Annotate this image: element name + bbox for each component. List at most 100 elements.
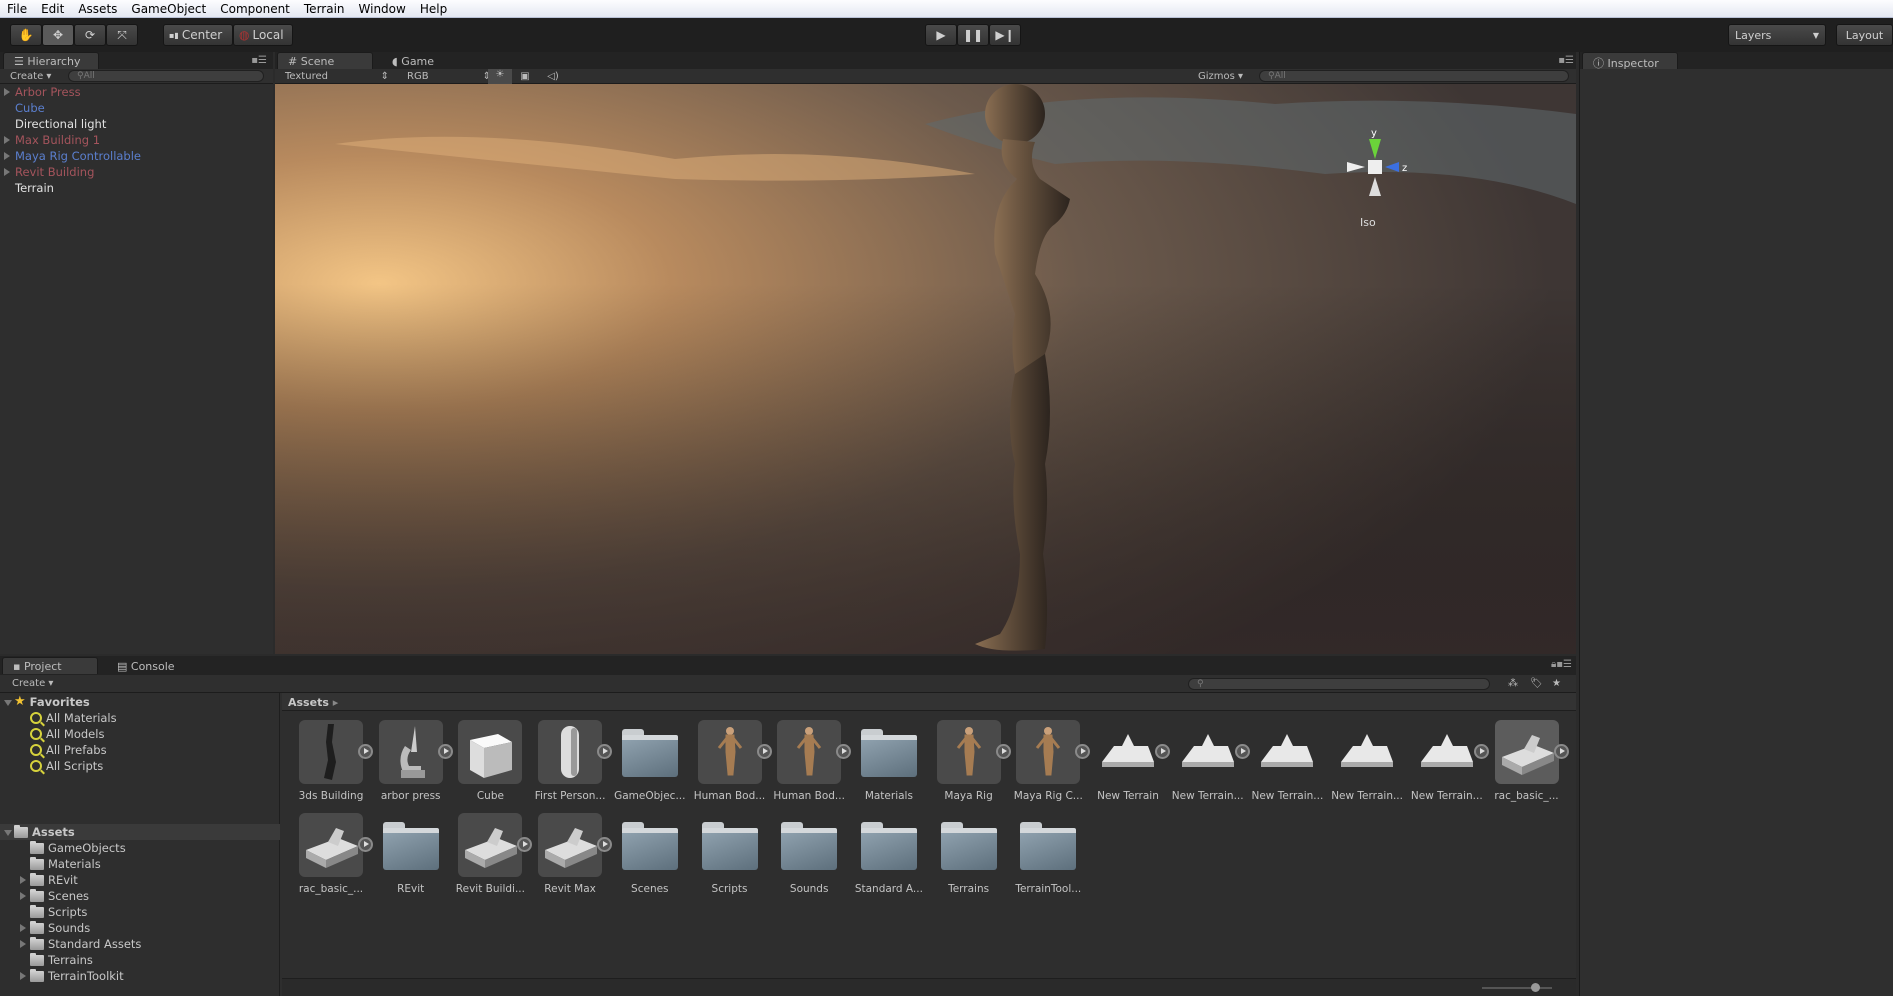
expand-arrow-icon[interactable] <box>20 972 26 980</box>
layout-dropdown[interactable]: Layout <box>1836 24 1893 46</box>
favorite-star-icon[interactable]: ★ <box>1552 678 1561 689</box>
render-mode-dropdown[interactable]: Textured ⇕ <box>277 71 397 82</box>
hierarchy-item[interactable]: Cube <box>15 100 45 116</box>
expand-asset-icon[interactable] <box>1553 744 1569 759</box>
hierarchy-item[interactable]: Terrain <box>15 180 54 196</box>
lighting-toggle[interactable]: ☀ <box>488 68 512 84</box>
expand-arrow-icon[interactable] <box>4 168 10 176</box>
folder-item[interactable]: Scenes <box>30 888 89 904</box>
zoom-slider-handle[interactable] <box>1531 983 1540 992</box>
create-dropdown[interactable]: Create ▾ <box>10 71 51 82</box>
asset-item[interactable]: New Terrain... <box>1402 720 1489 806</box>
expand-arrow-icon[interactable] <box>20 924 26 932</box>
expand-arrow-icon[interactable] <box>4 88 10 96</box>
panel-menu-icon[interactable]: ▪☰ <box>251 55 267 66</box>
asset-item[interactable]: Maya Rig C... <box>1003 720 1091 806</box>
asset-item[interactable]: Human Bod... <box>764 720 852 806</box>
layers-dropdown[interactable]: Layers ▼ <box>1728 24 1826 46</box>
search-by-label-icon[interactable]: 🏷︎ <box>1530 678 1543 689</box>
hierarchy-search-input[interactable]: ⚲All <box>68 70 264 82</box>
channel-dropdown[interactable]: RGB ⇕ <box>399 71 499 82</box>
asset-item[interactable]: 3ds Building <box>286 720 373 806</box>
asset-item[interactable]: New Terrain... <box>1163 720 1250 806</box>
hierarchy-item[interactable]: Revit Building <box>15 164 94 180</box>
expand-arrow-icon[interactable] <box>4 136 10 144</box>
move-tool-button[interactable]: ✥ <box>42 24 74 46</box>
asset-item[interactable]: REvit <box>366 813 446 899</box>
asset-item[interactable]: New Terrain... <box>1242 720 1323 806</box>
pivot-center-toggle[interactable]: ▪▮ Center <box>163 24 233 46</box>
hierarchy-item[interactable]: Maya Rig Controllable <box>15 148 141 164</box>
create-dropdown[interactable]: Create ▾ <box>12 678 53 689</box>
pivot-local-toggle[interactable]: ◍ Local <box>233 24 293 46</box>
pause-button[interactable]: ❚❚ <box>957 24 989 46</box>
menu-help[interactable]: Help <box>413 2 454 16</box>
project-search-input[interactable]: ⚲ <box>1188 678 1490 690</box>
folder-item[interactable]: TerrainToolkit <box>30 968 124 984</box>
hierarchy-item[interactable]: Directional light <box>15 116 106 132</box>
folder-item[interactable]: Sounds <box>30 920 90 936</box>
asset-item[interactable]: Scenes <box>605 813 685 899</box>
asset-item[interactable]: New Terrain... <box>1322 720 1403 806</box>
menu-gameobject[interactable]: GameObject <box>124 2 213 16</box>
step-button[interactable]: ▶❙ <box>989 24 1021 46</box>
menu-component[interactable]: Component <box>213 2 297 16</box>
tab-scene[interactable]: # Scene <box>277 52 373 69</box>
asset-item[interactable]: Human Bod... <box>685 720 772 806</box>
menu-file[interactable]: File <box>0 2 34 16</box>
expand-arrow-icon[interactable] <box>20 940 26 948</box>
search-by-type-icon[interactable]: ⁂ <box>1508 678 1518 689</box>
asset-item[interactable]: Terrains <box>924 813 1004 899</box>
asset-item[interactable]: First Person... <box>525 720 613 806</box>
folder-item[interactable]: REvit <box>30 872 78 888</box>
asset-item[interactable]: rac_basic_... <box>1482 720 1569 806</box>
tab-game[interactable]: ◖ Game <box>381 52 461 69</box>
hierarchy-item[interactable]: Max Building 1 <box>15 132 100 148</box>
asset-item[interactable]: Materials <box>844 720 924 806</box>
breadcrumb[interactable]: Assets ▸ <box>282 693 1576 711</box>
scene-orientation-gizmo[interactable] <box>1361 180 1441 220</box>
audio-toggle[interactable]: ◁) <box>541 71 565 82</box>
scene-viewport[interactable]: y z Iso <box>275 84 1576 654</box>
menu-window[interactable]: Window <box>352 2 413 16</box>
hierarchy-item[interactable]: Arbor Press <box>15 84 81 100</box>
folder-item[interactable]: Terrains <box>30 952 93 968</box>
asset-item[interactable]: Revit Max <box>525 813 613 899</box>
tab-project[interactable]: ▪ Project <box>2 657 98 674</box>
zoom-slider[interactable] <box>1482 987 1552 989</box>
asset-item[interactable]: arbor press <box>366 720 453 806</box>
asset-item[interactable]: GameObjec... <box>605 720 685 806</box>
favorite-item[interactable]: All Models <box>30 726 104 742</box>
assets-root[interactable]: Assets <box>14 824 75 840</box>
skybox-toggle[interactable]: ▣ <box>513 71 537 82</box>
hand-tool-button[interactable]: ✋ <box>10 24 42 46</box>
scale-tool-button[interactable]: ⤧ <box>106 24 138 46</box>
lock-and-menu-icon[interactable]: 🔒︎▪☰ <box>1551 659 1572 670</box>
gizmos-dropdown[interactable]: Gizmos ▾ <box>1198 71 1243 82</box>
asset-item[interactable]: rac_basic_... <box>286 813 373 899</box>
tab-console[interactable]: ▤ Console <box>106 657 196 674</box>
folder-item[interactable]: Scripts <box>30 904 87 920</box>
asset-item[interactable]: Standard A... <box>844 813 924 899</box>
folder-item[interactable]: GameObjects <box>30 840 126 856</box>
asset-item[interactable]: Revit Buildi... <box>445 813 533 899</box>
asset-item[interactable]: Scripts <box>685 813 765 899</box>
expand-arrow-icon[interactable] <box>20 876 26 884</box>
folder-item[interactable]: Materials <box>30 856 101 872</box>
favorite-item[interactable]: All Materials <box>30 710 117 726</box>
play-button[interactable]: ▶ <box>925 24 957 46</box>
asset-item[interactable]: Maya Rig <box>924 720 1011 806</box>
asset-item[interactable]: New Terrain <box>1083 720 1170 806</box>
asset-item[interactable]: TerrainTool... <box>1003 813 1083 899</box>
folder-item[interactable]: Standard Assets <box>30 936 141 952</box>
favorite-item[interactable]: All Scripts <box>30 758 103 774</box>
asset-item[interactable]: Cube <box>445 720 525 806</box>
favorite-item[interactable]: All Prefabs <box>30 742 107 758</box>
tab-inspector[interactable]: ⓘ Inspector <box>1582 52 1678 70</box>
expand-arrow-icon[interactable] <box>4 152 10 160</box>
asset-item[interactable]: Sounds <box>764 813 844 899</box>
menu-assets[interactable]: Assets <box>71 2 124 16</box>
menu-edit[interactable]: Edit <box>34 2 71 16</box>
panel-menu-icon[interactable]: ▪☰ <box>1558 55 1574 66</box>
menu-terrain[interactable]: Terrain <box>297 2 352 16</box>
